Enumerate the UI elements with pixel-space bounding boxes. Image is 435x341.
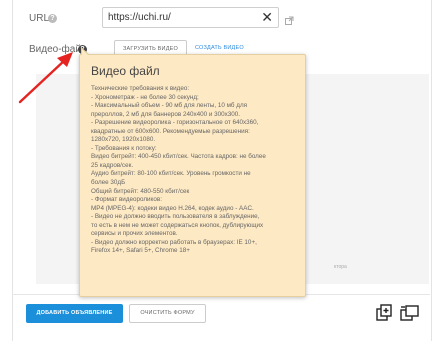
url-help-icon[interactable]: ? bbox=[48, 14, 57, 23]
tooltip-line: - Видео не должно вводить пользователя в… bbox=[91, 213, 260, 221]
tooltip-line: Видео битрейт: 400-450 кбит/сек. Частота… bbox=[91, 153, 266, 161]
tooltip-line: прероллов, 2 мб для баннеров 240x400 и 3… bbox=[91, 110, 241, 118]
tooltip-line: MP4 (MPEG-4): кодеки видео H.264, кодек … bbox=[91, 204, 254, 212]
add-ad-button[interactable]: ДОБАВИТЬ ОБЪЯВЛЕНИЕ bbox=[26, 304, 123, 323]
tooltip-line: - Хронометраж - не более 30 секунд; bbox=[91, 93, 199, 101]
video-area-hint: ктора bbox=[334, 264, 347, 270]
tooltip-title: Видео файл bbox=[91, 64, 160, 78]
tooltip-line: 1280x720, 1920x1080. bbox=[91, 136, 156, 144]
external-link-icon[interactable] bbox=[285, 12, 294, 30]
close-icon[interactable]: ✕ bbox=[261, 9, 273, 26]
copy-plus-icon[interactable] bbox=[376, 304, 394, 327]
tooltip-line: то есть в нем не может содержаться кнопо… bbox=[91, 221, 264, 229]
tooltip-line: квадратные от 600x600. Рекомендуемые раз… bbox=[91, 127, 250, 135]
tooltip-line: более 30дБ bbox=[91, 179, 126, 187]
tooltip-body: Технические требования к видео: - Хроном… bbox=[91, 85, 301, 256]
annotation-arrow-icon bbox=[18, 52, 73, 104]
tooltip-line: - Формат видеороликов: bbox=[91, 196, 162, 204]
tooltip-line: Общий битрейт: 480-550 кбит/сек bbox=[91, 187, 190, 195]
tooltip-line: - Максимальный объем - 90 мб для ленты, … bbox=[91, 102, 248, 110]
url-input-value: https://uchi.ru/ bbox=[108, 12, 171, 23]
tooltip-line: Firefox 14+, Safari 5+, Chrome 18+ bbox=[91, 247, 190, 255]
clear-form-button[interactable]: ОЧИСТИТЬ ФОРМУ bbox=[129, 304, 206, 323]
tooltip-line: - Видео должно корректно работать в брау… bbox=[91, 238, 257, 246]
url-label: URL bbox=[29, 13, 50, 24]
url-input[interactable]: https://uchi.ru/ ✕ bbox=[102, 7, 279, 28]
create-video-link[interactable]: СОЗДАТЬ ВИДЕО bbox=[195, 45, 244, 51]
video-file-tooltip: Видео файл Технические требования к виде… bbox=[79, 47, 306, 297]
tooltip-line: Аудио битрейт: 80-100 кбит/сек. Уровень … bbox=[91, 170, 251, 178]
tooltip-line: Технические требования к видео: bbox=[91, 85, 190, 92]
copy-icon[interactable] bbox=[400, 304, 420, 327]
tooltip-line: сервисы и прочих элементов. bbox=[91, 230, 178, 238]
tooltip-line: - Разрешение видеоролика - горизонтально… bbox=[91, 119, 259, 127]
